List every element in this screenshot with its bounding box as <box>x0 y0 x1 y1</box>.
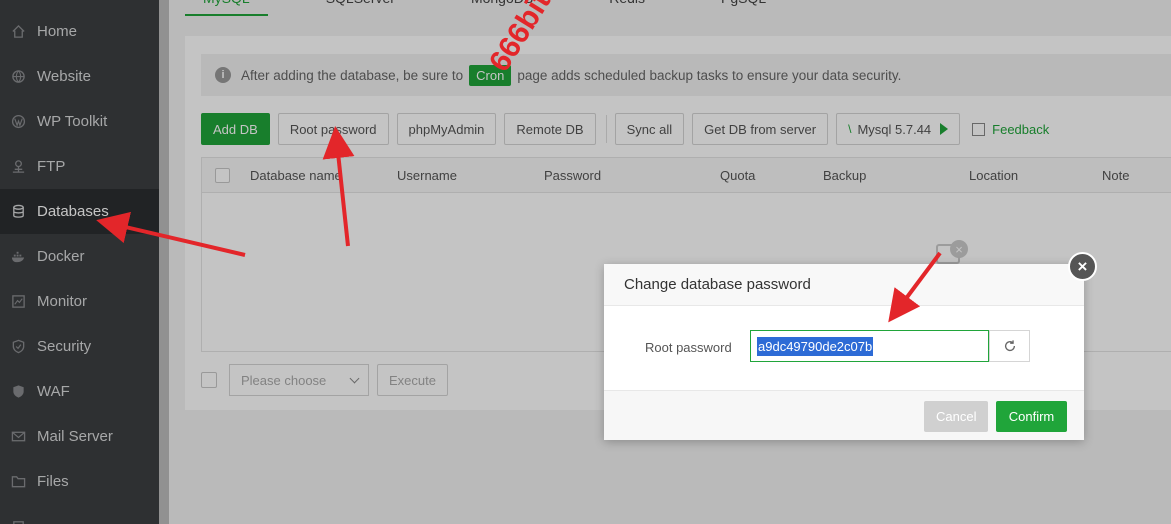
dialog-title: Change database password <box>604 264 1084 306</box>
password-value: a9dc49790de2c07b <box>757 336 874 356</box>
root-password-input[interactable]: a9dc49790de2c07b <box>750 330 989 362</box>
cancel-button[interactable]: Cancel <box>924 401 989 432</box>
dialog-body: Root password a9dc49790de2c07b <box>604 306 1084 390</box>
regenerate-password-button[interactable] <box>989 330 1030 362</box>
confirm-button[interactable]: Confirm <box>996 401 1067 432</box>
refresh-icon <box>1004 340 1015 352</box>
modal-overlay[interactable] <box>0 0 1171 524</box>
dialog-footer: Cancel Confirm <box>604 390 1084 440</box>
change-password-dialog: Change database password Root password a… <box>604 264 1084 440</box>
dialog-close-button[interactable]: × <box>1068 252 1097 281</box>
root-password-label: Root password <box>645 340 732 355</box>
